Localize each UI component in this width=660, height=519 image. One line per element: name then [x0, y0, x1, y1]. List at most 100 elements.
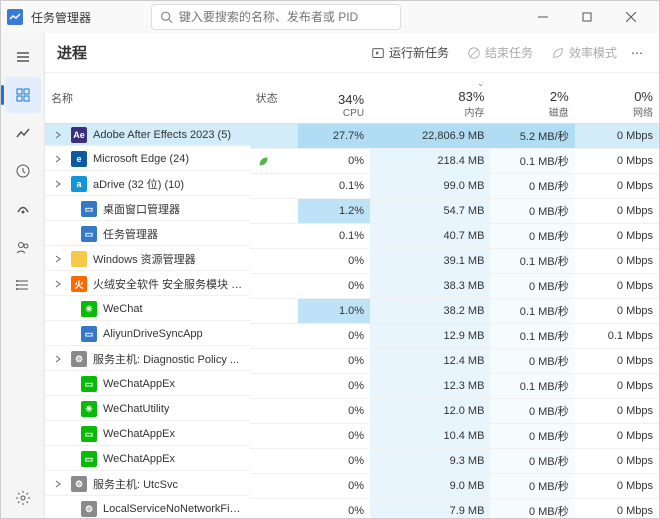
disk-cell: 0 MB/秒 — [490, 424, 574, 449]
expand-icon[interactable] — [51, 252, 65, 266]
leaf-icon — [551, 46, 565, 60]
process-name: Adobe After Effects 2023 (5) — [93, 129, 231, 141]
table-row[interactable]: AeAdobe After Effects 2023 (5)27.7%22,80… — [45, 124, 659, 149]
mem-cell: 12.9 MB — [370, 324, 490, 349]
net-cell: 0 Mbps — [575, 249, 659, 274]
table-row[interactable]: ✳WeChat1.0%38.2 MB0.1 MB/秒0 Mbps — [45, 299, 659, 324]
mem-cell: 99.0 MB — [370, 174, 490, 199]
disk-cell: 0 MB/秒 — [490, 174, 574, 199]
cpu-cell: 0% — [298, 374, 370, 399]
disk-cell: 0 MB/秒 — [490, 199, 574, 224]
net-cell: 0 Mbps — [575, 399, 659, 424]
app-icon: 火 — [71, 276, 87, 292]
table-row[interactable]: aaDrive (32 位) (10)0.1%99.0 MB0 MB/秒0 Mb… — [45, 174, 659, 199]
maximize-button[interactable] — [565, 1, 609, 33]
disk-cell: 0 MB/秒 — [490, 474, 574, 499]
disk-cell: 0 MB/秒 — [490, 399, 574, 424]
run-new-task-button[interactable]: 运行新任务 — [363, 40, 457, 65]
net-cell: 0 Mbps — [575, 449, 659, 474]
process-grid[interactable]: 名称 状态 34%CPU ⌄83%内存 2%磁盘 0%网络 AeAdobe Af… — [45, 73, 659, 518]
process-name: aDrive (32 位) (10) — [93, 176, 184, 192]
run-icon — [371, 46, 385, 60]
expand-icon[interactable] — [51, 352, 65, 366]
disk-cell: 0.1 MB/秒 — [490, 249, 574, 274]
process-name: LocalServiceNoNetworkFire... — [103, 503, 244, 515]
mem-cell: 12.0 MB — [370, 399, 490, 424]
col-status[interactable]: 状态 — [256, 93, 278, 105]
process-name: 任务管理器 — [103, 226, 158, 242]
nav-settings[interactable] — [5, 480, 41, 516]
search-box[interactable] — [151, 4, 401, 30]
col-memory[interactable]: ⌄83%内存 — [370, 73, 490, 124]
mem-cell: 40.7 MB — [370, 224, 490, 249]
table-row[interactable]: ▭WeChatAppEx0%10.4 MB0 MB/秒0 Mbps — [45, 424, 659, 449]
table-row[interactable]: eMicrosoft Edge (24)0%218.4 MB0.1 MB/秒0 … — [45, 149, 659, 174]
cpu-cell: 0% — [298, 349, 370, 374]
col-cpu[interactable]: 34%CPU — [298, 73, 370, 124]
mem-cell: 22,806.9 MB — [370, 124, 490, 149]
process-name: Microsoft Edge (24) — [93, 153, 189, 165]
nav-users[interactable] — [5, 229, 41, 265]
disk-cell: 0.1 MB/秒 — [490, 324, 574, 349]
efficiency-button[interactable]: 效率模式 — [543, 40, 625, 65]
mem-cell: 39.1 MB — [370, 249, 490, 274]
mem-cell: 218.4 MB — [370, 149, 490, 174]
disk-cell: 0.1 MB/秒 — [490, 149, 574, 174]
end-task-button[interactable]: 结束任务 — [459, 40, 541, 65]
minimize-button[interactable] — [521, 1, 565, 33]
nav-menu-button[interactable] — [5, 39, 41, 75]
process-name: AliyunDriveSyncApp — [103, 328, 203, 340]
expand-icon[interactable] — [51, 152, 65, 166]
disk-cell: 0 MB/秒 — [490, 499, 574, 519]
cpu-cell: 0.1% — [298, 174, 370, 199]
col-disk[interactable]: 2%磁盘 — [490, 73, 574, 124]
table-row[interactable]: ⚙服务主机: Diagnostic Policy ...0%12.4 MB0 M… — [45, 349, 659, 374]
expand-icon[interactable] — [51, 177, 65, 191]
net-cell: 0 Mbps — [575, 474, 659, 499]
nav-startup[interactable] — [5, 191, 41, 227]
app-icon: ▭ — [81, 226, 97, 242]
header-row[interactable]: 名称 状态 34%CPU ⌄83%内存 2%磁盘 0%网络 — [45, 73, 659, 124]
table-row[interactable]: Windows 资源管理器0%39.1 MB0.1 MB/秒0 Mbps — [45, 249, 659, 274]
process-name: WeChatUtility — [103, 403, 169, 415]
nav-performance[interactable] — [5, 115, 41, 151]
table-row[interactable]: ▭WeChatAppEx0%9.3 MB0 MB/秒0 Mbps — [45, 449, 659, 474]
table-row[interactable]: ✳WeChatUtility0%12.0 MB0 MB/秒0 Mbps — [45, 399, 659, 424]
mem-cell: 9.0 MB — [370, 474, 490, 499]
process-name: 火绒安全软件 安全服务模块 (... — [93, 276, 244, 292]
net-cell: 0 Mbps — [575, 299, 659, 324]
expand-icon[interactable] — [51, 277, 65, 291]
nav-rail — [1, 33, 45, 518]
titlebar[interactable]: 任务管理器 — [1, 1, 659, 33]
page-title: 进程 — [57, 42, 87, 63]
process-name: WeChatAppEx — [103, 378, 175, 390]
process-name: 服务主机: UtcSvc — [93, 476, 178, 492]
app-icon: ▭ — [81, 326, 97, 342]
net-cell: 0 Mbps — [575, 224, 659, 249]
expand-icon[interactable] — [51, 128, 65, 142]
cpu-cell: 0% — [298, 249, 370, 274]
disk-cell: 0.1 MB/秒 — [490, 299, 574, 324]
app-title: 任务管理器 — [31, 9, 91, 26]
table-row[interactable]: ▭WeChatAppEx0%12.3 MB0.1 MB/秒0 Mbps — [45, 374, 659, 399]
nav-processes[interactable] — [5, 77, 41, 113]
close-button[interactable] — [609, 1, 653, 33]
table-row[interactable]: ⚙服务主机: UtcSvc0%9.0 MB0 MB/秒0 Mbps — [45, 474, 659, 499]
process-name: WeChatAppEx — [103, 453, 175, 465]
col-network[interactable]: 0%网络 — [575, 73, 659, 124]
col-name[interactable]: 名称 — [51, 93, 73, 105]
net-cell: 0 Mbps — [575, 499, 659, 519]
table-row[interactable]: ⚙LocalServiceNoNetworkFire...0%7.9 MB0 M… — [45, 499, 659, 519]
nav-history[interactable] — [5, 153, 41, 189]
app-icon: ▭ — [81, 426, 97, 442]
search-input[interactable] — [179, 10, 392, 24]
table-row[interactable]: ▭桌面窗口管理器1.2%54.7 MB0 MB/秒0 Mbps — [45, 199, 659, 224]
table-row[interactable]: ▭任务管理器0.1%40.7 MB0 MB/秒0 Mbps — [45, 224, 659, 249]
net-cell: 0 Mbps — [575, 149, 659, 174]
more-button[interactable]: ⋯ — [627, 42, 647, 64]
table-row[interactable]: 火火绒安全软件 安全服务模块 (...0%38.3 MB0 MB/秒0 Mbps — [45, 274, 659, 299]
cpu-cell: 1.0% — [298, 299, 370, 324]
table-row[interactable]: ▭AliyunDriveSyncApp0%12.9 MB0.1 MB/秒0.1 … — [45, 324, 659, 349]
expand-icon[interactable] — [51, 477, 65, 491]
nav-details[interactable] — [5, 267, 41, 303]
